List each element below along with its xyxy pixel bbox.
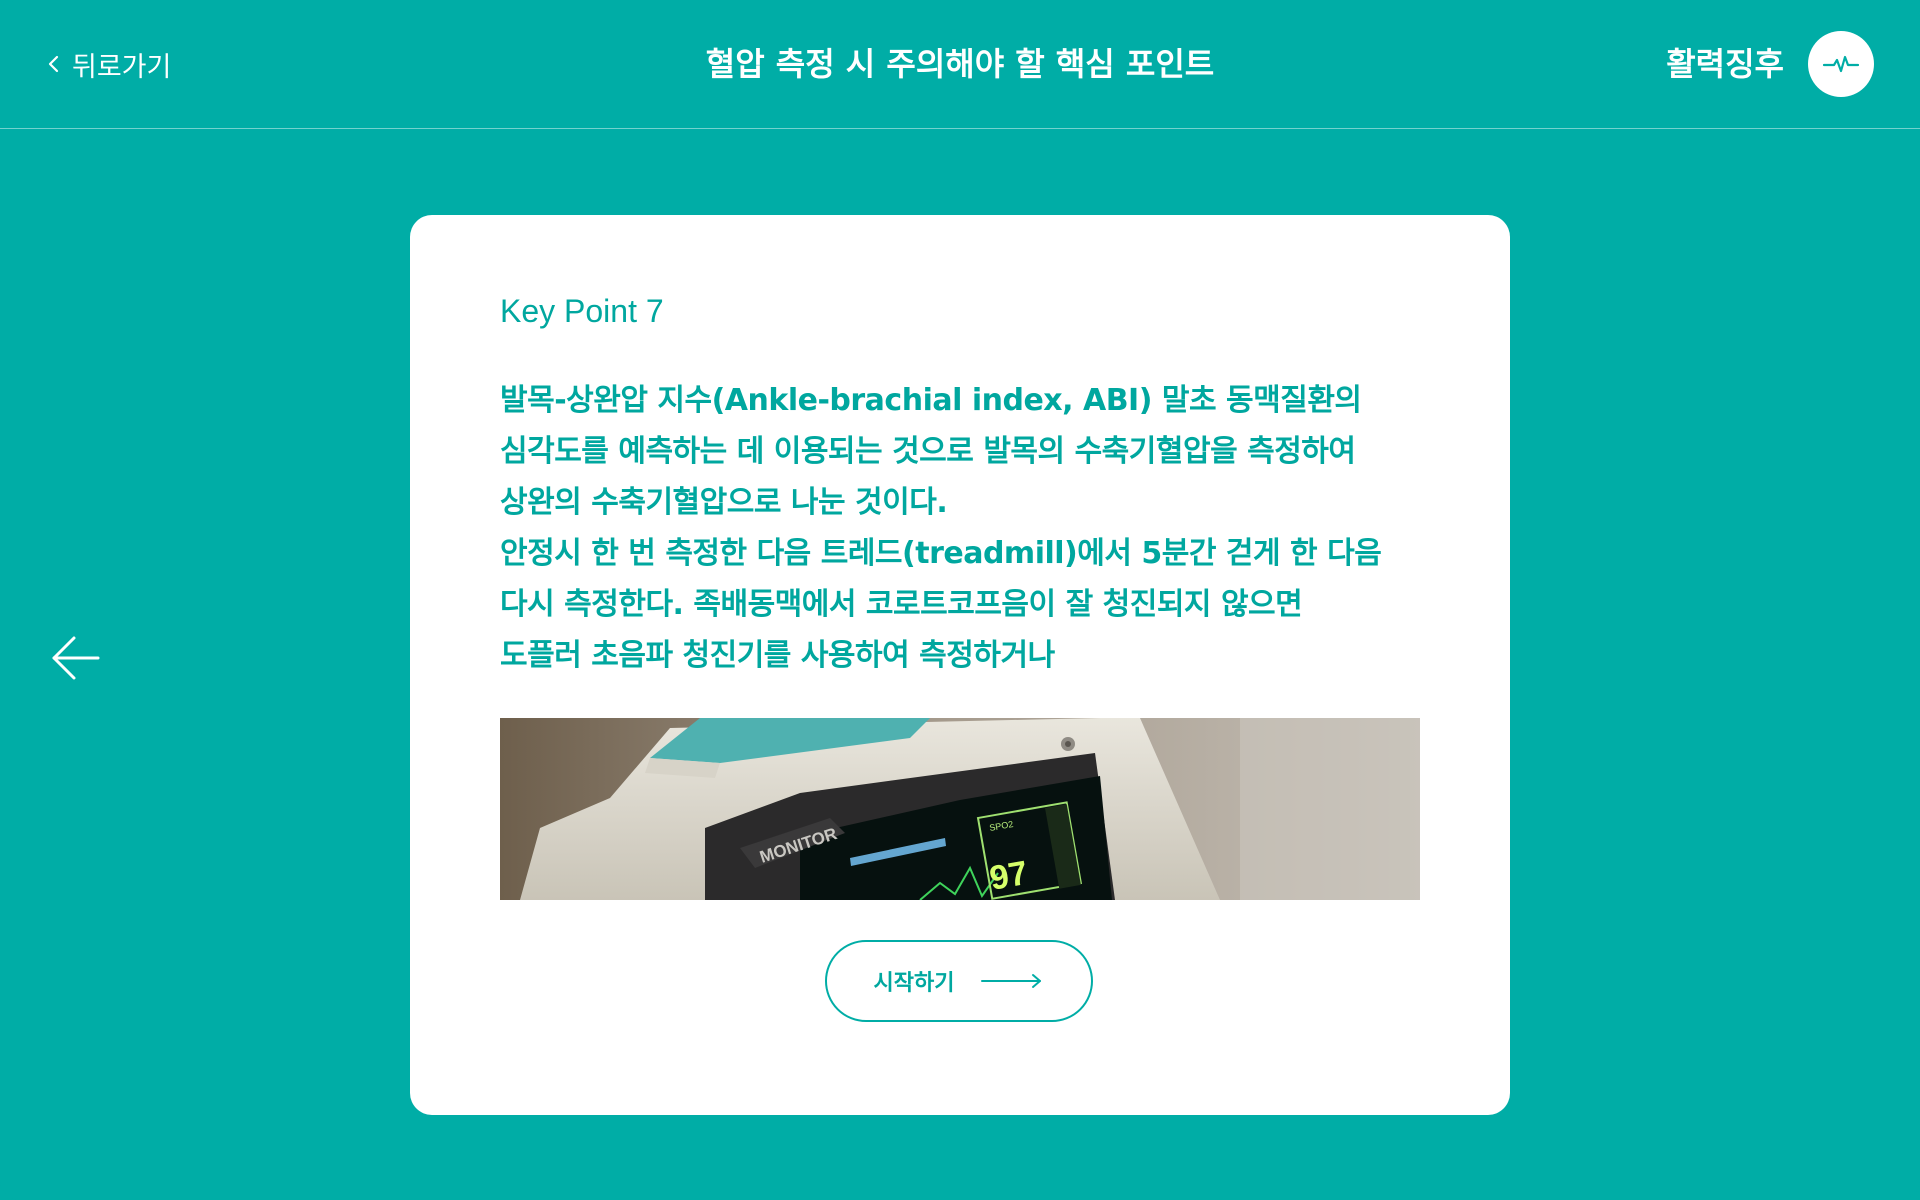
app-frame: 뒤로가기 혈압 측정 시 주의해야 할 핵심 포인트 활력징후 Key Poin… (0, 0, 1920, 1200)
vital-signs-button[interactable] (1808, 31, 1874, 97)
key-point-body: 발목-상완압 지수(Ankle-brachial index, ABI) 말초 … (500, 383, 1382, 673)
arrow-right-icon (981, 974, 1042, 988)
page-title: 혈압 측정 시 주의해야 할 핵심 포인트 (705, 45, 1215, 83)
header: 뒤로가기 혈압 측정 시 주의해야 할 핵심 포인트 활력징후 (0, 0, 1920, 129)
start-button[interactable]: 시작하기 (825, 940, 1093, 1022)
back-label: 뒤로가기 (72, 51, 172, 83)
section-label: 활력징후 (1666, 45, 1784, 83)
back-button[interactable]: 뒤로가기 (46, 44, 171, 84)
arrow-left-icon (52, 636, 100, 680)
start-label: 시작하기 (873, 971, 955, 996)
spo2-value: 97 (987, 854, 1031, 898)
pulse-icon (1822, 55, 1860, 73)
key-point-title: Key Point 7 (500, 293, 664, 329)
patient-monitor-illustration: MONITOR SPO2 97 (500, 718, 1420, 900)
prev-page-button[interactable] (50, 634, 102, 682)
patient-monitor-image: MONITOR SPO2 97 (500, 718, 1420, 900)
chevron-left-icon (48, 55, 59, 73)
key-point-card: Key Point 7 발목-상완압 지수(Ankle-brachial ind… (410, 215, 1510, 1115)
